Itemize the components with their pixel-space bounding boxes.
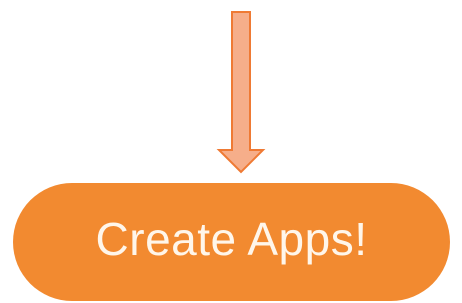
stage: Create Apps! <box>0 0 462 303</box>
create-apps-button[interactable]: Create Apps! <box>13 183 450 301</box>
